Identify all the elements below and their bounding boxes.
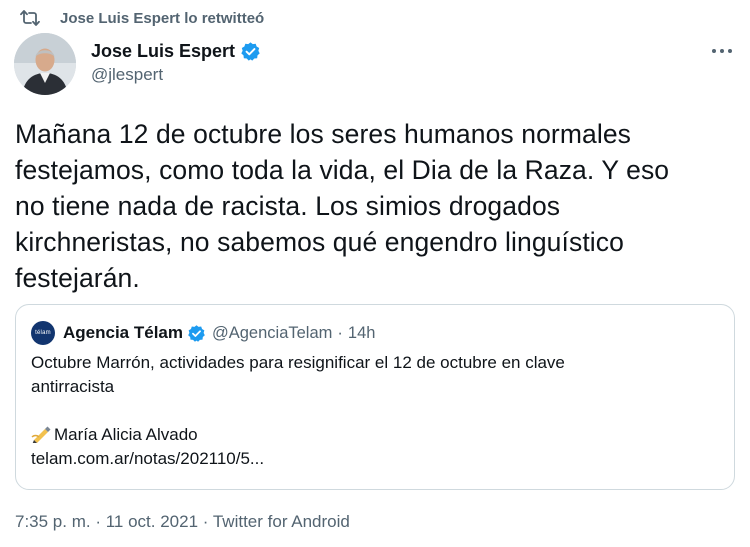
- author-handle[interactable]: @jlespert: [91, 65, 261, 85]
- retweet-context[interactable]: Jose Luis Espert lo retwitteó: [20, 6, 264, 30]
- tweet-line: no tiene nada de racista. Los simios dro…: [15, 191, 561, 221]
- tweet-line: Mañana 12 de octubre los seres humanos n…: [15, 119, 632, 149]
- more-options-icon[interactable]: [710, 43, 734, 59]
- tweet-line: festejarán.: [15, 263, 140, 293]
- quoted-author-name[interactable]: Agencia Télam: [63, 323, 183, 343]
- separator-dot: ·: [90, 512, 106, 531]
- quoted-link[interactable]: telam.com.ar/notas/202110/5...: [31, 447, 721, 471]
- quoted-text-line: antirracista: [31, 377, 115, 396]
- quoted-tweet-header: télam Agencia Télam @AgenciaTelam · 14h: [31, 321, 375, 345]
- dot-icon: [712, 49, 716, 53]
- tweet-line: kirchneristas, no sabemos qué engendro l…: [15, 227, 624, 257]
- quoted-text-line-author: María Alicia Alvado: [31, 423, 721, 447]
- author-name[interactable]: Jose Luis Espert: [91, 41, 235, 62]
- dot-icon: [720, 49, 724, 53]
- quoted-tweet-text: Octubre Marrón, actividades para resigni…: [31, 351, 721, 471]
- quoted-avatar[interactable]: télam: [31, 321, 55, 345]
- tweet-date[interactable]: 11 oct. 2021: [106, 512, 198, 531]
- quoted-tweet[interactable]: télam Agencia Télam @AgenciaTelam · 14h …: [15, 304, 735, 490]
- tweet-line: festejamos, como toda la vida, el Dia de…: [15, 155, 670, 185]
- separator-dot: ·: [337, 323, 343, 342]
- tweet-time[interactable]: 7:35 p. m.: [15, 512, 91, 531]
- tweet-source[interactable]: Twitter for Android: [213, 512, 350, 531]
- dot-icon: [728, 49, 732, 53]
- quoted-author-handle[interactable]: @AgenciaTelam: [212, 324, 332, 343]
- writing-hand-icon: [31, 423, 53, 444]
- separator-dot: ·: [198, 512, 213, 531]
- quoted-text-line: Octubre Marrón, actividades para resigni…: [31, 353, 565, 372]
- retweet-label: Jose Luis Espert lo retwitteó: [60, 9, 265, 27]
- tweet-text: Mañana 12 de octubre los seres humanos n…: [15, 116, 735, 296]
- avatar[interactable]: [14, 33, 76, 95]
- verified-badge-icon: [187, 324, 206, 343]
- quoted-author-credit: María Alicia Alvado: [54, 425, 198, 444]
- tweet-author[interactable]: Jose Luis Espert @jlespert: [91, 39, 261, 85]
- retweet-icon: [20, 9, 40, 27]
- quoted-timestamp[interactable]: 14h: [348, 324, 376, 343]
- verified-badge-icon: [240, 41, 261, 62]
- tweet-metadata: 7:35 p. m. · 11 oct. 2021 · Twitter for …: [15, 512, 350, 532]
